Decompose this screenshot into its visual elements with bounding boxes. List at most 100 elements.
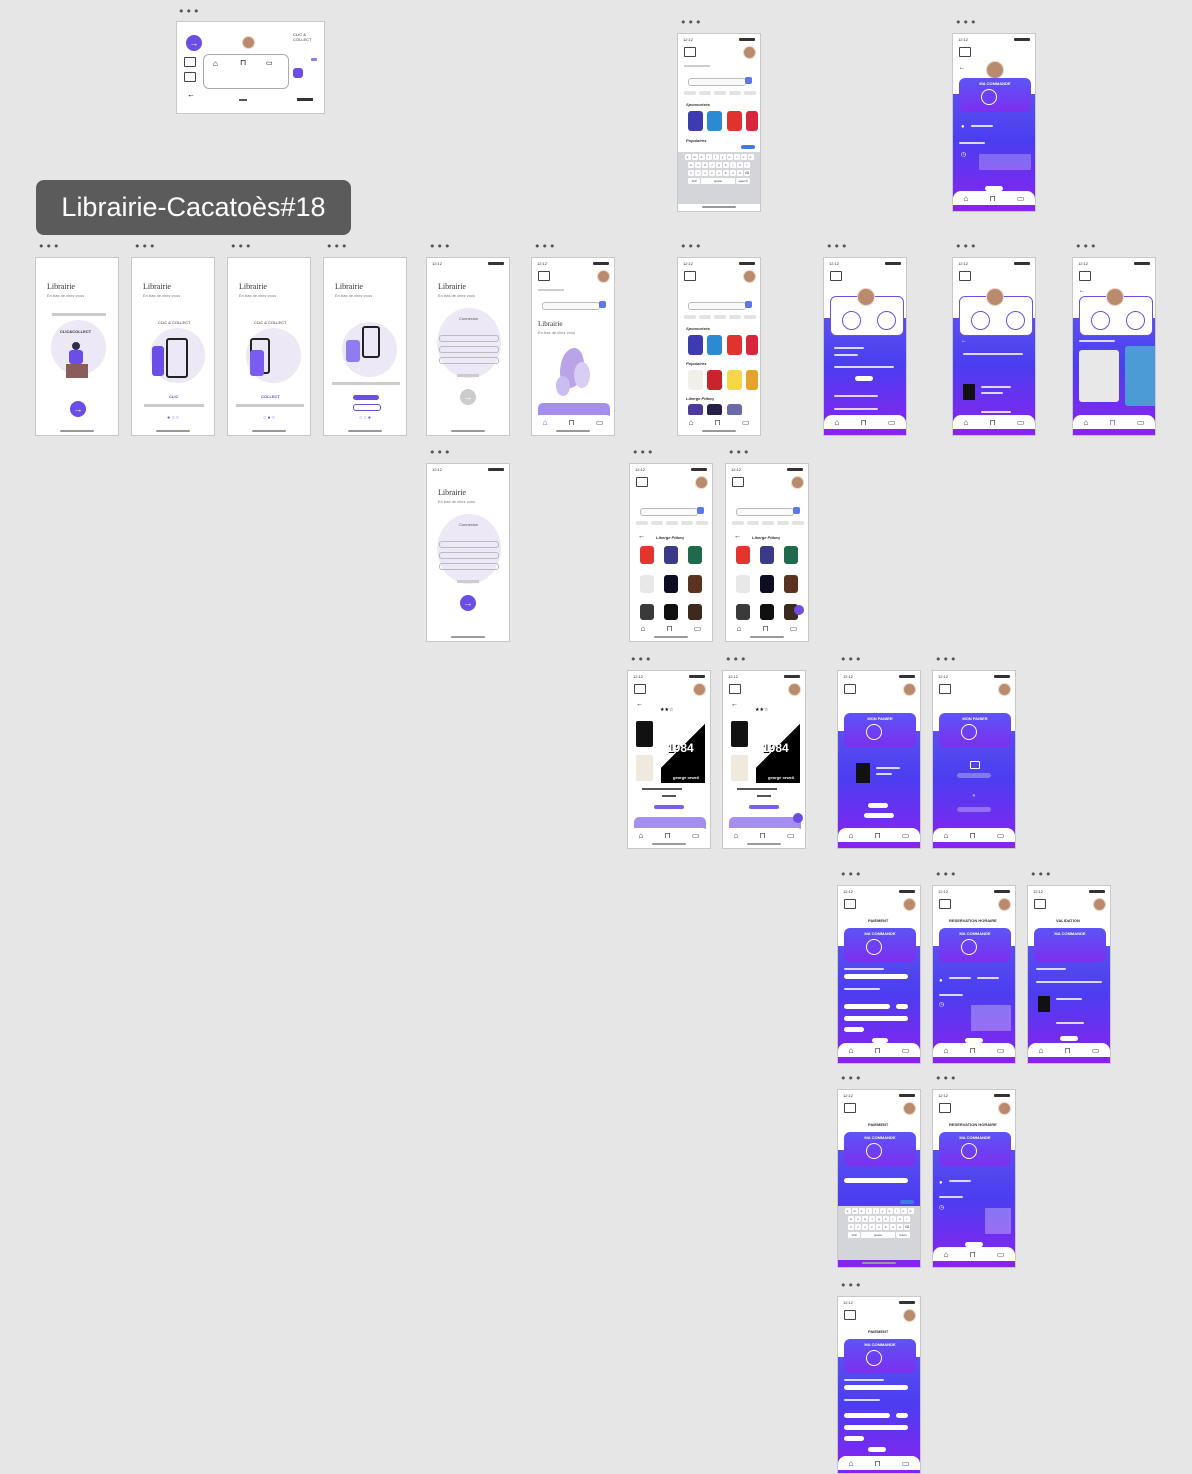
book-card[interactable] xyxy=(688,575,702,593)
add-to-cart-button[interactable] xyxy=(654,805,684,809)
bookmark-icon[interactable]: ⊓ xyxy=(875,1046,881,1055)
remember-checkbox[interactable] xyxy=(457,580,479,583)
calendar-icon[interactable]: ▭ xyxy=(1017,194,1025,203)
bookmark-icon[interactable]: ⊓ xyxy=(1110,418,1116,427)
finish-button[interactable] xyxy=(1060,1036,1078,1041)
bookmark-icon[interactable]: ⊓ xyxy=(970,831,976,840)
avatar[interactable] xyxy=(903,1309,916,1322)
book-card[interactable] xyxy=(707,370,722,390)
filter-chips[interactable] xyxy=(636,521,708,525)
billing-field[interactable] xyxy=(844,974,908,979)
bookmark-icon[interactable]: ⊓ xyxy=(970,1250,976,1259)
home-icon[interactable]: ⌂ xyxy=(639,831,644,840)
frame-menu-dots[interactable]: ••• xyxy=(955,241,977,252)
billing-field[interactable] xyxy=(844,1385,908,1390)
calendar-icon[interactable]: ▭ xyxy=(902,1459,910,1468)
avatar[interactable] xyxy=(986,288,1004,306)
avatar[interactable] xyxy=(986,61,1004,79)
register-button[interactable] xyxy=(353,395,379,400)
search-input[interactable] xyxy=(542,302,600,310)
frame-menu-dots[interactable]: ••• xyxy=(429,447,451,458)
book-icon[interactable] xyxy=(184,72,196,82)
search-icon[interactable] xyxy=(697,507,704,514)
frame-menu-dots[interactable]: ••• xyxy=(955,17,977,28)
search-input[interactable] xyxy=(736,508,794,516)
frame-menu-dots[interactable]: ••• xyxy=(840,869,862,880)
card-number-field[interactable] xyxy=(844,1004,890,1009)
book-card[interactable] xyxy=(784,575,798,593)
book-icon[interactable] xyxy=(959,47,971,57)
book-card[interactable] xyxy=(727,370,742,390)
calendar-icon[interactable]: ▭ xyxy=(692,831,700,840)
avatar[interactable] xyxy=(903,1102,916,1115)
bookmark-icon[interactable]: ⊓ xyxy=(1065,1046,1071,1055)
search-submit-button[interactable] xyxy=(741,145,755,149)
home-icon[interactable]: ⌂ xyxy=(849,831,854,840)
book-icon[interactable] xyxy=(684,47,696,57)
calendar-icon[interactable]: ▭ xyxy=(790,624,798,633)
book-thumbnail[interactable] xyxy=(1038,996,1050,1012)
card-expiry-field[interactable] xyxy=(896,1004,908,1009)
bookmark-icon[interactable]: ⊓ xyxy=(990,418,996,427)
book-icon[interactable] xyxy=(844,1103,856,1113)
home-icon[interactable]: ⌂ xyxy=(964,194,969,203)
back-arrow-icon[interactable]: ← xyxy=(959,65,965,71)
avatar[interactable] xyxy=(597,270,610,283)
cart-icon[interactable] xyxy=(293,68,303,78)
bookmark-icon[interactable]: ⊓ xyxy=(240,58,246,67)
search-icon[interactable] xyxy=(745,77,752,84)
avatar[interactable] xyxy=(743,46,756,59)
avatar[interactable] xyxy=(1093,898,1106,911)
frame-menu-dots[interactable]: ••• xyxy=(38,241,60,252)
confirm-field[interactable] xyxy=(439,357,499,364)
login-button[interactable] xyxy=(353,404,381,411)
book-card[interactable] xyxy=(736,546,750,564)
submit-button[interactable]: → xyxy=(460,389,476,405)
card-name-field[interactable] xyxy=(844,1016,908,1021)
book-icon[interactable] xyxy=(844,684,856,694)
frame-menu-dots[interactable]: ••• xyxy=(680,17,702,28)
calendar-icon[interactable]: ▭ xyxy=(694,624,702,633)
frame-menu-dots[interactable]: ••• xyxy=(728,447,750,458)
book-card[interactable] xyxy=(707,335,722,355)
calendar-icon[interactable]: ▭ xyxy=(266,59,273,67)
home-icon[interactable]: ⌂ xyxy=(1039,1046,1044,1055)
back-arrow-icon[interactable]: ← xyxy=(187,90,195,99)
book-card[interactable] xyxy=(688,111,703,131)
filter-chips[interactable] xyxy=(684,91,756,95)
bookmark-icon[interactable]: ⊓ xyxy=(875,831,881,840)
home-icon[interactable]: ⌂ xyxy=(944,1046,949,1055)
password-field[interactable] xyxy=(439,552,499,559)
bookmark-icon[interactable]: ⊓ xyxy=(665,831,671,840)
time-slot-grid[interactable] xyxy=(971,1005,1011,1031)
home-icon[interactable]: ⌂ xyxy=(543,418,548,427)
avatar[interactable] xyxy=(857,288,875,306)
book-icon[interactable] xyxy=(939,684,951,694)
book-icon[interactable] xyxy=(634,684,646,694)
avatar[interactable] xyxy=(903,683,916,696)
book-icon[interactable] xyxy=(538,271,550,281)
frame-menu-dots[interactable]: ••• xyxy=(230,241,252,252)
book-icon[interactable] xyxy=(939,899,951,909)
book-icon[interactable] xyxy=(830,271,842,281)
home-icon[interactable]: ⌂ xyxy=(944,831,949,840)
frame-menu-dots[interactable]: ••• xyxy=(630,654,652,665)
frame-menu-dots[interactable]: ••• xyxy=(935,869,957,880)
home-icon[interactable]: ⌂ xyxy=(835,418,840,427)
back-arrow-icon[interactable]: ← xyxy=(731,701,738,708)
frame-menu-dots[interactable]: ••• xyxy=(826,241,848,252)
confirm-field[interactable] xyxy=(439,563,499,570)
home-icon[interactable]: ⌂ xyxy=(849,1459,854,1468)
home-icon[interactable]: ⌂ xyxy=(849,1046,854,1055)
frame-menu-dots[interactable]: ••• xyxy=(935,654,957,665)
billing-field[interactable] xyxy=(844,1178,908,1183)
frame-menu-dots[interactable]: ••• xyxy=(680,241,702,252)
submit-button[interactable]: → xyxy=(460,595,476,611)
search-input[interactable] xyxy=(640,508,698,516)
filter-chips[interactable] xyxy=(684,315,756,319)
bookmark-icon[interactable]: ⊓ xyxy=(990,194,996,203)
book-icon[interactable] xyxy=(732,477,744,487)
home-icon[interactable]: ⌂ xyxy=(944,1250,949,1259)
bookmark-icon[interactable]: ⊓ xyxy=(667,624,673,633)
book-card[interactable] xyxy=(1079,350,1119,402)
